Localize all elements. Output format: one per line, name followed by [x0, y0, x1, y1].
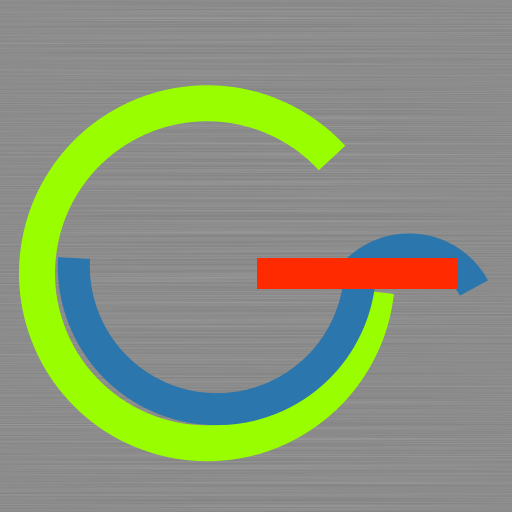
app-icon [0, 0, 512, 512]
red-bar-shape [257, 258, 458, 289]
logo-icon [0, 0, 512, 512]
